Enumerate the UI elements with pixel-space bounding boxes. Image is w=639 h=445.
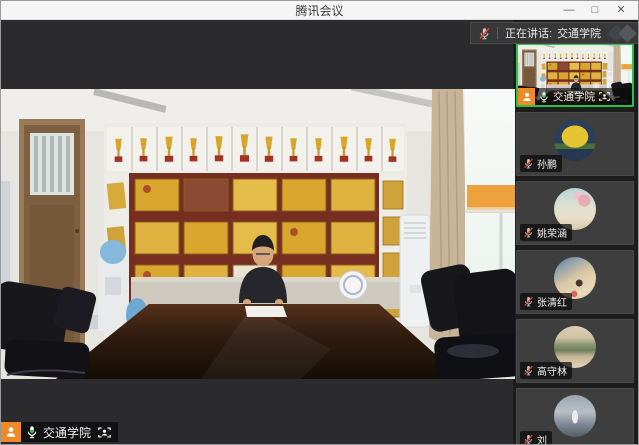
meeting-content: 交通学院 交通学院 [1,20,638,445]
double-diamond-logo-icon [608,22,638,44]
speaking-speaker-name: 交通学院 [557,28,601,40]
participant-nametag: 姚荣涵 [520,224,572,241]
focus-view-icon [97,426,112,439]
participant-name: 张清红 [537,294,567,309]
mic-muted-icon [523,434,534,445]
person-icon [521,91,533,103]
main-speaker-nametag: 交通学院 [1,422,118,442]
participant-sidebar[interactable]: 交通学院 孙鹏 姚荣涵 [513,20,638,445]
participant-nametag: 刘 [520,431,552,445]
mic-active-icon [538,91,550,103]
speaking-label: 正在讲话: [505,28,552,40]
active-tile-nametag: 交通学院 [518,88,632,105]
participant-tile[interactable]: 刘 [516,388,634,445]
participant-name: 刘 [537,432,547,445]
focus-view-icon [598,91,611,102]
conference-room-scene [1,89,515,379]
participant-name: 姚荣涵 [537,225,567,240]
participant-nametag: 孙鹏 [520,155,562,172]
avatar [554,395,596,437]
person-icon [4,425,18,439]
title-bar: 腾讯会议 — □ ✕ [1,1,638,20]
mic-muted-icon [523,365,534,376]
maximize-button[interactable]: □ [582,1,608,20]
participant-name: 孙鹏 [537,156,557,171]
tencent-meeting-window: 腾讯会议 — □ ✕ 交通学院 [0,0,639,445]
mic-muted-icon [523,227,534,238]
main-video[interactable] [1,89,515,379]
participant-nametag: 张清红 [520,293,572,310]
participant-tile[interactable]: 孙鹏 [516,112,634,176]
close-button[interactable]: ✕ [608,1,634,20]
main-video-stage[interactable]: 交通学院 [1,20,513,445]
host-badge [518,88,535,105]
speaking-banner: 正在讲话: 交通学院 [470,22,638,44]
participant-name: 高守林 [537,363,567,378]
banner-divider [497,27,498,39]
participant-nametag: 高守林 [520,362,572,379]
main-speaker-name: 交通学院 [43,424,91,441]
participant-tile[interactable]: 姚荣涵 [516,181,634,245]
mic-active-icon [25,425,39,439]
window-title: 腾讯会议 [295,2,343,19]
participant-name: 交通学院 [553,89,595,104]
mic-muted-icon [478,27,491,40]
window-controls: — □ ✕ [556,1,634,20]
participant-tile[interactable]: 张清红 [516,250,634,314]
participant-tile-active[interactable]: 交通学院 [516,43,634,107]
mic-muted-icon [523,158,534,169]
minimize-button[interactable]: — [556,1,582,20]
participant-tile[interactable]: 高守林 [516,319,634,383]
host-badge [1,422,21,442]
mic-muted-icon [523,296,534,307]
